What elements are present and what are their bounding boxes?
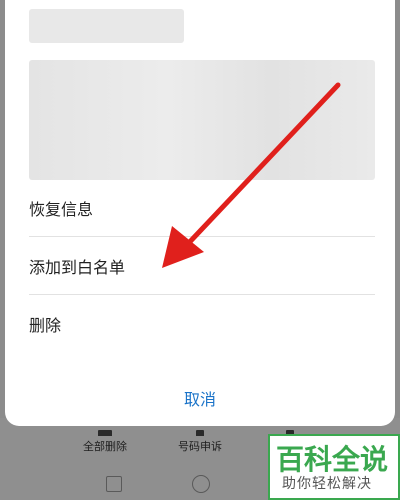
cancel-button[interactable]: 取消 (5, 380, 395, 416)
restore-message-option[interactable]: 恢复信息 (29, 179, 375, 237)
watermark-title: 百科全说 (276, 443, 389, 476)
restore-message-label: 恢复信息 (29, 200, 94, 219)
action-sheet: 恢复信息 添加到白名单 删除 取消 (5, 0, 395, 426)
cancel-label: 取消 (183, 390, 216, 409)
watermark-subtitle: 助你轻松解决 (282, 476, 372, 492)
number-appeal-label: 号码申诉 (178, 440, 222, 453)
appeal-icon (196, 430, 204, 436)
number-appeal-button[interactable]: 号码申诉 (155, 430, 245, 454)
watermark-logo: 百科全说 助你轻松解决 (268, 434, 400, 500)
delete-label: 删除 (29, 316, 62, 335)
add-to-whitelist-option[interactable]: 添加到白名单 (29, 237, 375, 295)
delete-all-button[interactable]: 全部删除 (60, 430, 150, 454)
add-to-whitelist-label: 添加到白名单 (29, 258, 126, 277)
blurred-message-preview (29, 60, 375, 180)
nav-home-icon[interactable] (192, 475, 210, 493)
blurred-sender (29, 9, 184, 43)
trash-icon (98, 430, 112, 436)
nav-back-icon[interactable] (106, 476, 122, 492)
delete-option[interactable]: 删除 (29, 295, 375, 353)
delete-all-label: 全部删除 (83, 440, 127, 453)
